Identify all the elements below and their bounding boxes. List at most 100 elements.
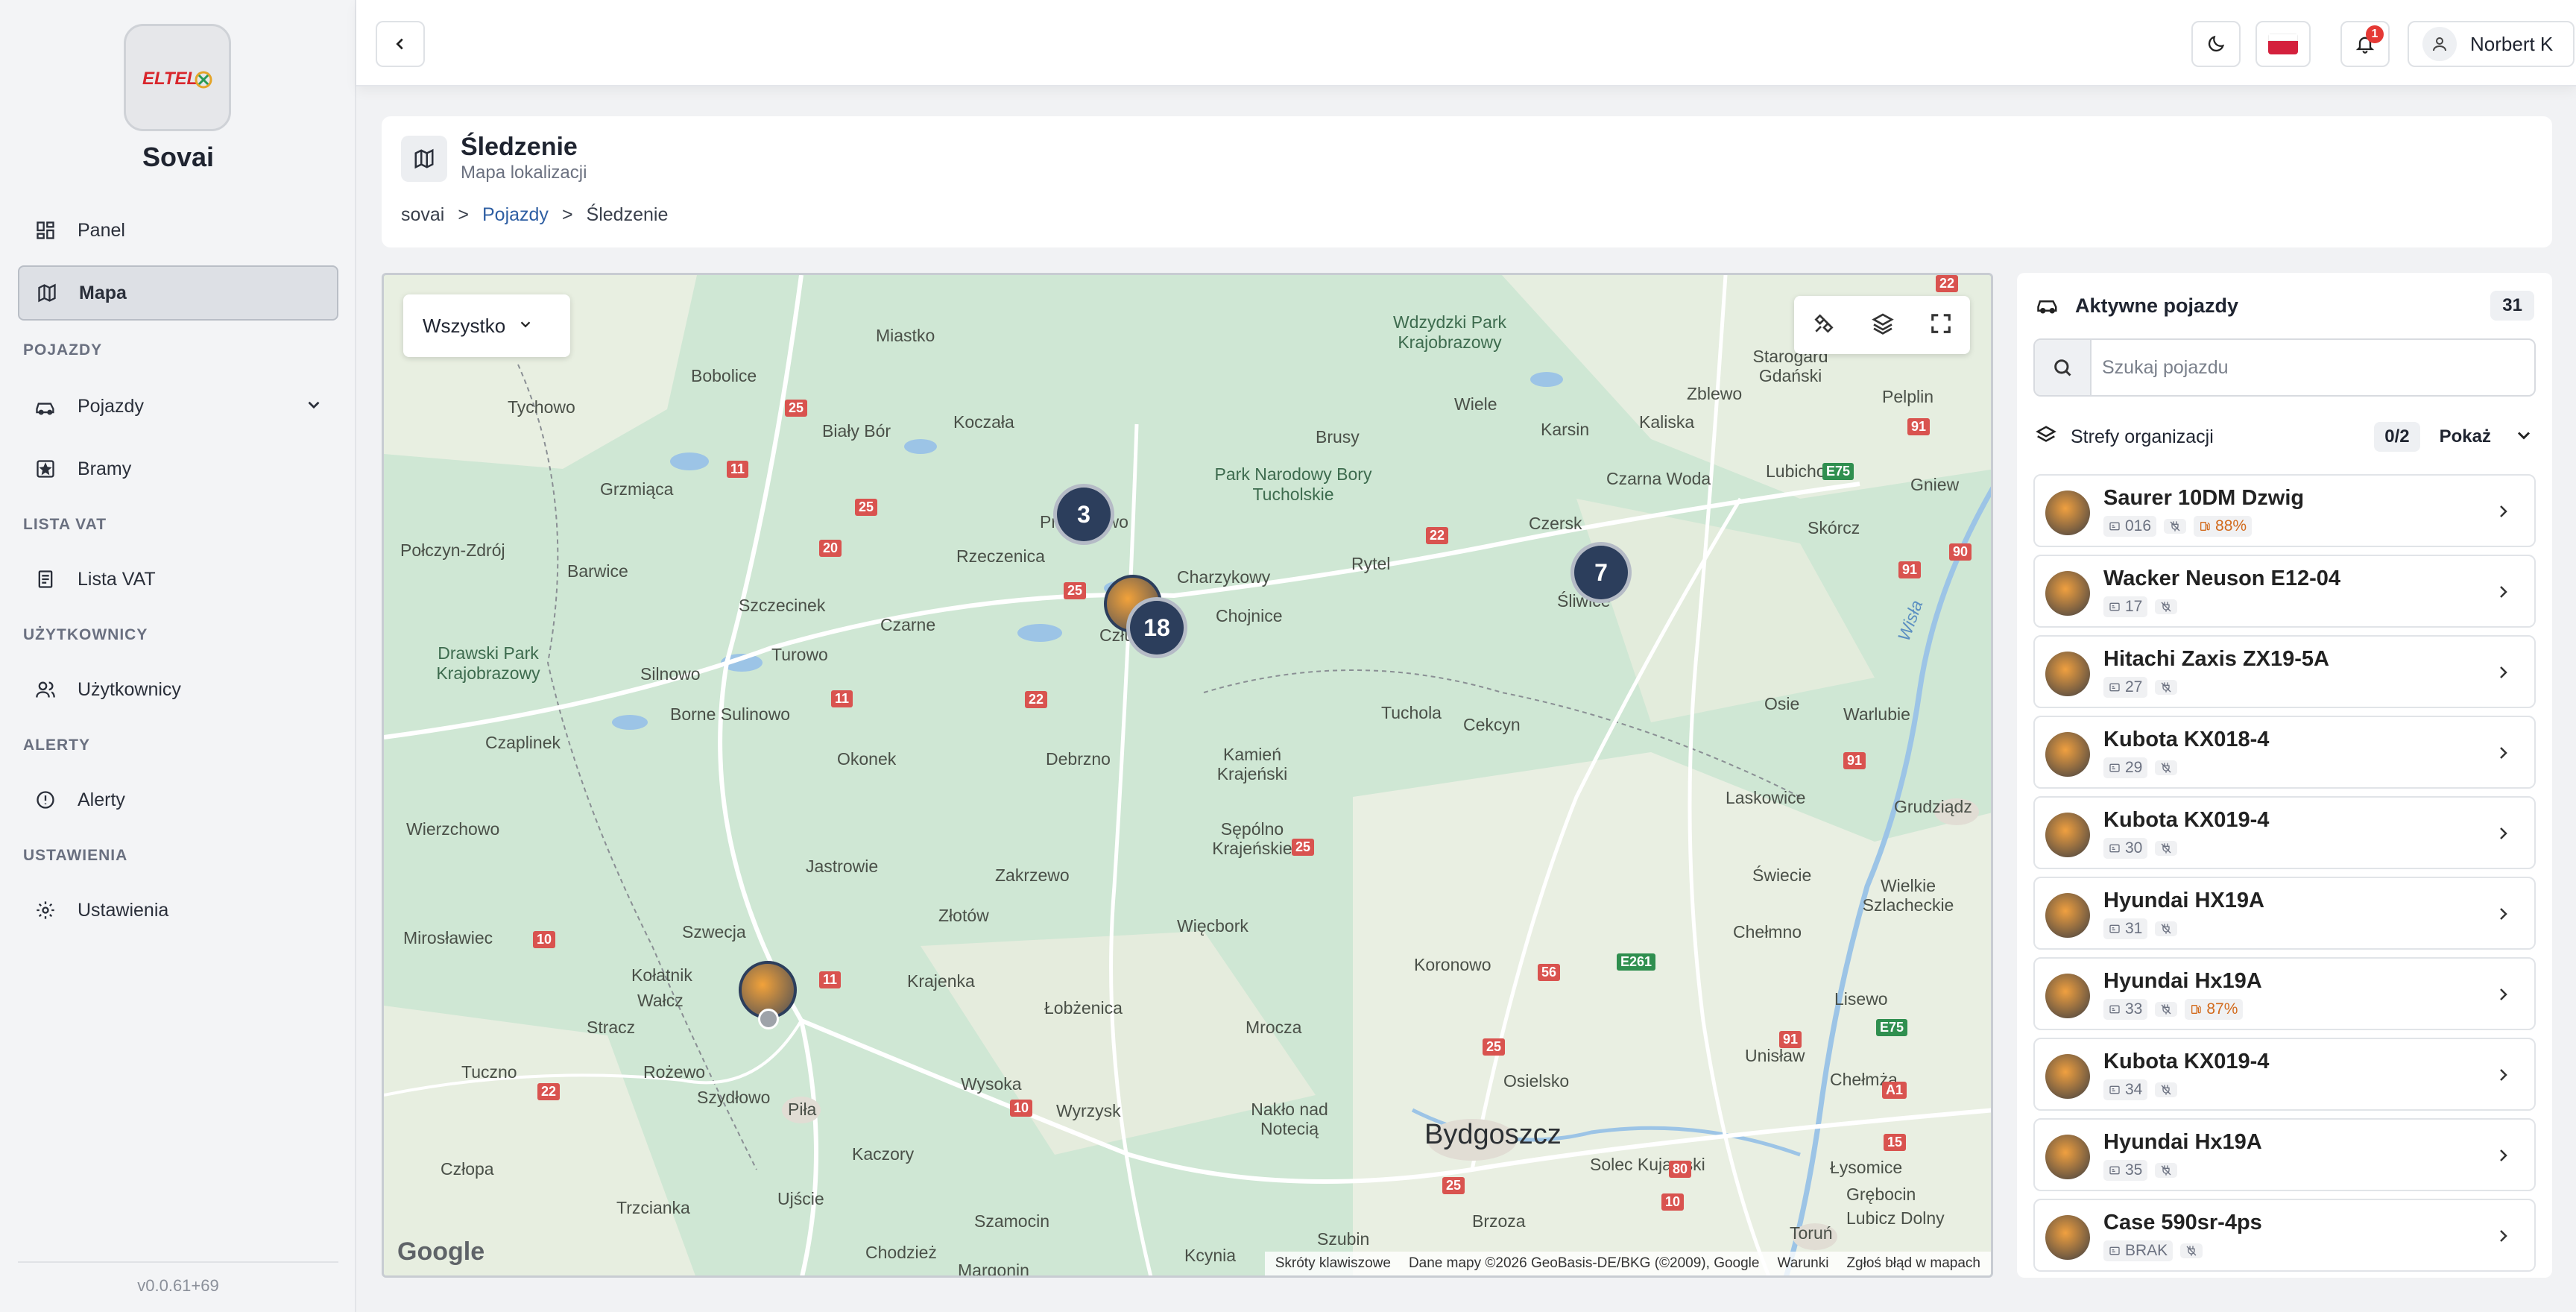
search-input[interactable] [2102, 356, 2534, 379]
chevron-down-icon[interactable] [304, 395, 323, 420]
sidebar-item-label: Mapa [79, 282, 127, 303]
vehicle-name: Hyundai HX19A [2103, 889, 2264, 912]
notifications-button[interactable]: 1 [2340, 21, 2390, 67]
document-icon [33, 567, 58, 592]
back-button[interactable] [376, 21, 425, 67]
road-badge: 11 [831, 690, 853, 707]
section-label-ustawienia: USTAWIENIA [23, 847, 128, 864]
report-error-link[interactable]: Zgłoś błąd w mapach [1846, 1255, 1980, 1272]
map-place-label: Kaczory [852, 1144, 915, 1164]
vehicle-cluster-marker[interactable]: 7 [1570, 542, 1632, 603]
road-badge: 10 [533, 931, 556, 948]
vehicle-cluster-marker[interactable]: 3 [1053, 484, 1114, 545]
breadcrumb-sovai[interactable]: sovai [401, 204, 444, 226]
chevron-down-icon [517, 315, 534, 338]
map-place-label: Lisewo [1834, 989, 1888, 1009]
id-card-icon [2109, 763, 2120, 772]
vehicle-card[interactable]: Kubota KX019-4 30 [2033, 796, 2536, 869]
map-place-label: Bobolice [691, 366, 757, 385]
sidebar-item-alerty[interactable]: Alerty [18, 772, 338, 827]
road-badge: 25 [785, 400, 808, 417]
sidebar-item-uzytkownicy[interactable]: Użytkownicy [18, 662, 338, 717]
vehicle-card[interactable]: Hyundai HX19A 31 [2033, 877, 2536, 950]
map-place-label: Rytel [1351, 554, 1391, 573]
vehicle-id: 17 [2125, 598, 2143, 615]
user-name: Norbert K [2470, 32, 2554, 55]
map-attribution: Skróty klawiszowe Dane mapy ©2026 GeoBas… [1264, 1252, 1991, 1275]
id-card-icon [2109, 924, 2120, 933]
layers-icon [2035, 424, 2057, 450]
keyboard-shortcuts-link[interactable]: Skróty klawiszowe [1275, 1255, 1391, 1272]
vehicle-card[interactable]: Wacker Neuson E12-04 17 [2033, 555, 2536, 628]
svg-text:ELTEL: ELTEL [142, 69, 198, 89]
road-badge: 80 [1669, 1161, 1692, 1178]
language-button[interactable] [2255, 21, 2311, 67]
chevron-right-icon [2494, 502, 2512, 524]
fuel-level-badge: 87% [2185, 999, 2244, 1020]
ignition-status [2155, 921, 2178, 936]
road-badge: 25 [1292, 839, 1315, 856]
ignition-status [2155, 1082, 2178, 1097]
ignition-status [2155, 760, 2178, 775]
park-label: Drawski Park Krajobrazowy [436, 643, 540, 683]
vehicle-cluster-marker[interactable]: 18 [1126, 597, 1187, 658]
app-logo[interactable]: ELTEL [124, 24, 231, 131]
map-place-label: Toruń [1790, 1223, 1833, 1243]
breadcrumb-pojazdy[interactable]: Pojazdy [482, 204, 549, 226]
satellite-icon[interactable] [1812, 312, 1836, 339]
map-place-label: Złotów [938, 906, 989, 925]
map-view[interactable]: Miastko Bobolice Tychowo Biały Bór Koczała Gr… [382, 273, 1993, 1278]
vehicle-name: Wacker Neuson E12-04 [2103, 567, 2341, 590]
sidebar-item-lista-vat[interactable]: Lista VAT [18, 552, 338, 607]
vehicle-name: Saurer 10DM Dzwig [2103, 486, 2305, 510]
panel-header: Aktywne pojazdy 31 [2035, 291, 2534, 321]
vehicle-name: Kubota KX019-4 [2103, 808, 2270, 832]
vehicle-card[interactable]: Hyundai Hx19A 35 [2033, 1118, 2536, 1191]
zones-show-button[interactable]: Pokaż [2440, 426, 2491, 447]
map-place-label: Wałcz [637, 991, 684, 1010]
map-filter-dropdown[interactable]: Wszystko [403, 294, 570, 357]
ignition-status [2164, 519, 2187, 534]
notification-badge: 1 [2366, 25, 2384, 43]
map-place-label: Ujście [777, 1189, 824, 1208]
theme-toggle-button[interactable] [2191, 21, 2241, 67]
sidebar-item-label: Ustawienia [78, 899, 169, 921]
sidebar-item-mapa[interactable]: Mapa [18, 265, 338, 321]
layers-icon[interactable] [1871, 312, 1895, 339]
chevron-right-icon [2494, 744, 2512, 766]
vehicle-card[interactable]: Kubota KX019-4 34 [2033, 1038, 2536, 1111]
vehicle-card[interactable]: Case 590sr-4ps BRAK [2033, 1199, 2536, 1272]
ignition-status [2155, 1002, 2178, 1017]
map-place-label: Czaplinek [485, 733, 561, 752]
vehicle-id: 31 [2125, 920, 2143, 937]
vehicle-card[interactable]: Hyundai Hx19A 33 87% [2033, 957, 2536, 1030]
road-badge: 11 [727, 461, 749, 478]
map-place-label: Czarne [880, 615, 936, 634]
map-place-label: Szczecinek [739, 596, 826, 615]
road-badge: 56 [1538, 964, 1561, 981]
chevron-left-icon [396, 38, 403, 50]
fuel-level: 88% [2215, 517, 2247, 534]
fullscreen-icon[interactable] [1930, 312, 1952, 338]
vehicle-card[interactable]: Kubota KX018-4 29 [2033, 716, 2536, 789]
chevron-right-icon [2494, 824, 2512, 846]
gear-icon [33, 898, 58, 923]
map-icon [34, 280, 60, 306]
chevron-down-icon[interactable] [2513, 425, 2534, 450]
map-data-credit: Dane mapy ©2026 GeoBasis-DE/BKG (©2009),… [1408, 1255, 1760, 1271]
vehicle-avatar [2045, 893, 2090, 938]
breadcrumb: sovai > Pojazdy > Śledzenie [401, 204, 668, 226]
map-place-label: Świecie [1752, 865, 1812, 885]
sidebar-item-pojazdy[interactable]: Pojazdy [18, 379, 338, 434]
sidebar-item-bramy[interactable]: Bramy [18, 441, 338, 496]
user-menu-button[interactable]: Norbert K [2408, 21, 2575, 67]
vehicle-card[interactable]: Hitachi Zaxis ZX19-5A 27 [2033, 635, 2536, 708]
map-place-label: Mirosławiec [403, 928, 493, 947]
terms-link[interactable]: Warunki [1777, 1255, 1828, 1272]
car-icon [33, 394, 58, 419]
sidebar-item-ustawienia[interactable]: Ustawienia [18, 883, 338, 938]
vehicle-avatar [2045, 652, 2090, 696]
sidebar-item-panel[interactable]: Panel [18, 203, 338, 258]
vehicle-card[interactable]: Saurer 10DM Dzwig 016 88% [2033, 474, 2536, 547]
road-badge: 22 [537, 1083, 561, 1100]
